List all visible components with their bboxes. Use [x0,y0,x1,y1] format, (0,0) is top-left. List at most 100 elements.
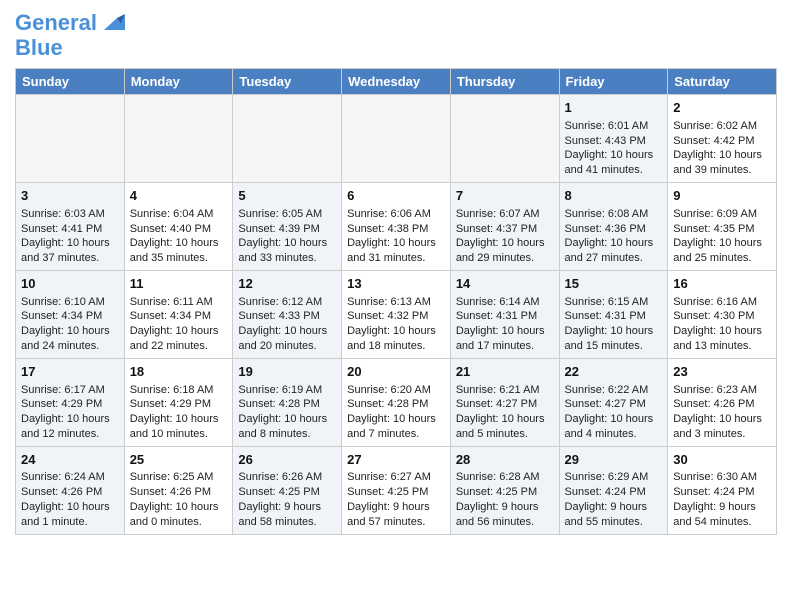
day-info: Sunrise: 6:16 AM Sunset: 4:30 PM Dayligh… [673,295,771,354]
day-number: 25 [130,451,228,469]
day-cell: 1Sunrise: 6:01 AM Sunset: 4:43 PM Daylig… [559,95,668,183]
day-info: Sunrise: 6:19 AM Sunset: 4:28 PM Dayligh… [238,383,336,442]
logo-text: General [15,11,97,35]
day-cell: 15Sunrise: 6:15 AM Sunset: 4:31 PM Dayli… [559,271,668,359]
day-number: 3 [21,187,119,205]
day-cell: 18Sunrise: 6:18 AM Sunset: 4:29 PM Dayli… [124,358,233,446]
header-saturday: Saturday [668,69,777,95]
day-info: Sunrise: 6:04 AM Sunset: 4:40 PM Dayligh… [130,207,228,266]
day-number: 21 [456,363,554,381]
day-cell: 8 Sunrise: 6:08 AM Sunset: 4:36 PM Daylig… [559,183,668,271]
day-info: Sunrise: 6:20 AM Sunset: 4:28 PM Dayligh… [347,383,445,442]
header-thursday: Thursday [450,69,559,95]
day-cell [233,95,342,183]
day-info: Sunrise: 6:14 AM Sunset: 4:31 PM Dayligh… [456,295,554,354]
header-tuesday: Tuesday [233,69,342,95]
logo: General Blue [15,10,125,60]
day-cell: 16 Sunrise: 6:16 AM Sunset: 4:30 PM Dayli… [668,271,777,359]
day-info: Sunrise: 6:13 AM Sunset: 4:32 PM Dayligh… [347,295,445,354]
day-info: Sunrise: 6:10 AM Sunset: 4:34 PM Dayligh… [21,295,119,354]
day-cell: 23 Sunrise: 6:23 AM Sunset: 4:26 PM Dayli… [668,358,777,446]
day-number: 30 [673,451,771,469]
week-row-1: 3 Sunrise: 6:03 AM Sunset: 4:41 PM Daylig… [16,183,777,271]
day-cell: 27Sunrise: 6:27 AM Sunset: 4:25 PM Dayli… [342,446,451,534]
logo-text-block: General Blue [15,10,125,60]
day-info: Sunrise: 6:21 AM Sunset: 4:27 PM Dayligh… [456,383,554,442]
day-info: Sunrise: 6:22 AM Sunset: 4:27 PM Dayligh… [565,383,663,442]
day-number: 24 [21,451,119,469]
page-header: General Blue [15,10,777,60]
header-friday: Friday [559,69,668,95]
day-info: Sunrise: 6:25 AM Sunset: 4:26 PM Dayligh… [130,470,228,529]
day-cell: 20 Sunrise: 6:20 AM Sunset: 4:28 PM Dayli… [342,358,451,446]
day-number: 10 [21,275,119,293]
day-info: Sunrise: 6:18 AM Sunset: 4:29 PM Dayligh… [130,383,228,442]
day-info: Sunrise: 6:08 AM Sunset: 4:36 PM Dayligh… [565,207,663,266]
week-row-0: 1Sunrise: 6:01 AM Sunset: 4:43 PM Daylig… [16,95,777,183]
day-number: 6 [347,187,445,205]
calendar-table: SundayMondayTuesdayWednesdayThursdayFrid… [15,68,777,535]
day-info: Sunrise: 6:26 AM Sunset: 4:25 PM Dayligh… [238,470,336,529]
day-cell: 5 Sunrise: 6:05 AM Sunset: 4:39 PM Daylig… [233,183,342,271]
day-cell: 14 Sunrise: 6:14 AM Sunset: 4:31 PM Dayli… [450,271,559,359]
day-cell: 2Sunrise: 6:02 AM Sunset: 4:42 PM Daylig… [668,95,777,183]
day-number: 27 [347,451,445,469]
day-info: Sunrise: 6:11 AM Sunset: 4:34 PM Dayligh… [130,295,228,354]
day-info: Sunrise: 6:15 AM Sunset: 4:31 PM Dayligh… [565,295,663,354]
day-cell: 11Sunrise: 6:11 AM Sunset: 4:34 PM Dayli… [124,271,233,359]
day-number: 5 [238,187,336,205]
week-row-3: 17 Sunrise: 6:17 AM Sunset: 4:29 PM Dayli… [16,358,777,446]
day-number: 20 [347,363,445,381]
day-cell: 19 Sunrise: 6:19 AM Sunset: 4:28 PM Dayli… [233,358,342,446]
day-cell: 28Sunrise: 6:28 AM Sunset: 4:25 PM Dayli… [450,446,559,534]
day-cell: 10 Sunrise: 6:10 AM Sunset: 4:34 PM Dayli… [16,271,125,359]
day-info: Sunrise: 6:12 AM Sunset: 4:33 PM Dayligh… [238,295,336,354]
week-row-2: 10 Sunrise: 6:10 AM Sunset: 4:34 PM Dayli… [16,271,777,359]
logo-icon [99,10,125,36]
day-cell: 9 Sunrise: 6:09 AM Sunset: 4:35 PM Daylig… [668,183,777,271]
day-cell [450,95,559,183]
day-cell: 22 Sunrise: 6:22 AM Sunset: 4:27 PM Dayli… [559,358,668,446]
day-number: 7 [456,187,554,205]
header-sunday: Sunday [16,69,125,95]
logo-blue: Blue [15,36,125,60]
day-info: Sunrise: 6:28 AM Sunset: 4:25 PM Dayligh… [456,470,554,529]
day-cell: 3 Sunrise: 6:03 AM Sunset: 4:41 PM Daylig… [16,183,125,271]
day-cell [124,95,233,183]
day-cell: 29Sunrise: 6:29 AM Sunset: 4:24 PM Dayli… [559,446,668,534]
day-info: Sunrise: 6:06 AM Sunset: 4:38 PM Dayligh… [347,207,445,266]
day-info: Sunrise: 6:24 AM Sunset: 4:26 PM Dayligh… [21,470,119,529]
day-number: 14 [456,275,554,293]
day-number: 23 [673,363,771,381]
day-cell [342,95,451,183]
day-info: Sunrise: 6:05 AM Sunset: 4:39 PM Dayligh… [238,207,336,266]
day-info: Sunrise: 6:09 AM Sunset: 4:35 PM Dayligh… [673,207,771,266]
day-number: 22 [565,363,663,381]
logo-general: General [15,10,97,35]
day-cell [16,95,125,183]
day-number: 19 [238,363,336,381]
day-cell: 30Sunrise: 6:30 AM Sunset: 4:24 PM Dayli… [668,446,777,534]
day-number: 17 [21,363,119,381]
header-monday: Monday [124,69,233,95]
header-wednesday: Wednesday [342,69,451,95]
day-number: 29 [565,451,663,469]
day-number: 16 [673,275,771,293]
day-cell: 25Sunrise: 6:25 AM Sunset: 4:26 PM Dayli… [124,446,233,534]
day-cell: 6 Sunrise: 6:06 AM Sunset: 4:38 PM Daylig… [342,183,451,271]
day-info: Sunrise: 6:23 AM Sunset: 4:26 PM Dayligh… [673,383,771,442]
day-number: 8 [565,187,663,205]
day-number: 26 [238,451,336,469]
day-cell: 24Sunrise: 6:24 AM Sunset: 4:26 PM Dayli… [16,446,125,534]
day-cell: 7Sunrise: 6:07 AM Sunset: 4:37 PM Daylig… [450,183,559,271]
day-cell: 26Sunrise: 6:26 AM Sunset: 4:25 PM Dayli… [233,446,342,534]
day-cell: 12Sunrise: 6:12 AM Sunset: 4:33 PM Dayli… [233,271,342,359]
day-number: 9 [673,187,771,205]
day-info: Sunrise: 6:17 AM Sunset: 4:29 PM Dayligh… [21,383,119,442]
day-number: 28 [456,451,554,469]
day-info: Sunrise: 6:03 AM Sunset: 4:41 PM Dayligh… [21,207,119,266]
page-container: General Blue SundayMondayTuesdayWednesda… [0,0,792,545]
day-info: Sunrise: 6:02 AM Sunset: 4:42 PM Dayligh… [673,119,771,178]
day-cell: 4Sunrise: 6:04 AM Sunset: 4:40 PM Daylig… [124,183,233,271]
header-row: SundayMondayTuesdayWednesdayThursdayFrid… [16,69,777,95]
